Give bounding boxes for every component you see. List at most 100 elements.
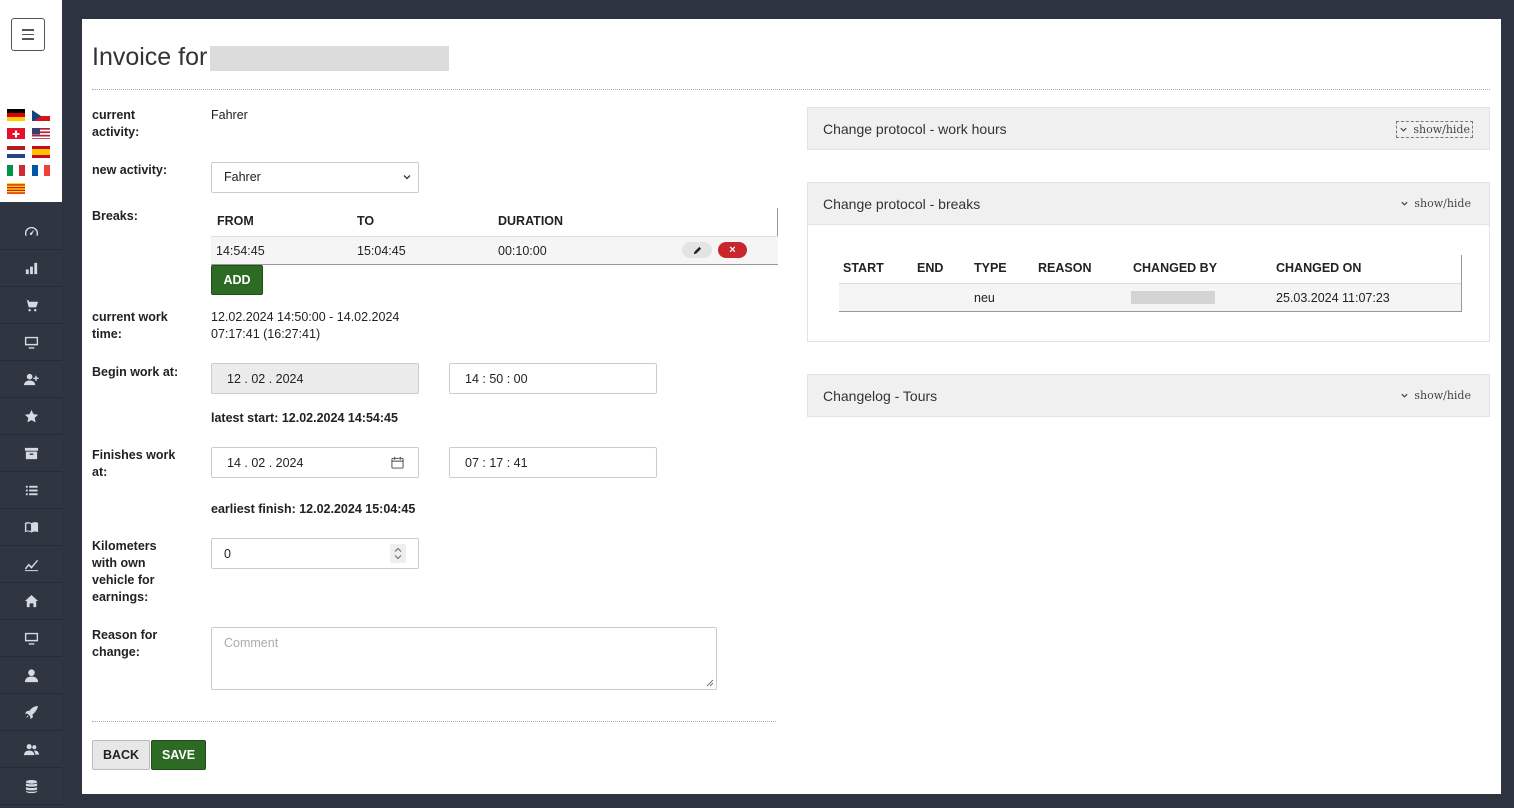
nav-favorites[interactable] [0,398,62,435]
chevron-down-icon [1400,127,1407,132]
close-icon: × [729,244,736,256]
tours-toggle-label: show/hide [1414,389,1471,402]
finish-time-value: 07 : 17 : 41 [465,456,528,470]
nav-book[interactable] [0,509,62,546]
work-hours-toggle-label: show/hide [1413,123,1470,136]
user-icon [24,668,38,682]
flag-italy-icon[interactable] [7,164,25,176]
finish-date-value: 14 . 02 . 2024 [227,456,304,470]
nav-reports[interactable] [0,250,62,287]
flag-germany-icon[interactable] [7,109,25,121]
table-row: 14:54:45 15:04:45 00:10:00 × [211,236,778,264]
new-activity-selected: Fahrer [224,170,261,184]
number-stepper-icon[interactable] [390,544,406,563]
archive-icon [24,447,38,459]
nav-desktop[interactable] [0,620,62,657]
dashboard-icon [24,226,38,236]
breaks-toggle[interactable]: show/hide [1398,196,1473,211]
nav-add-user[interactable] [0,361,62,398]
panel-work-hours-title: Change protocol - work hours [823,121,1007,137]
nav-profile[interactable] [0,657,62,694]
begin-work-label: Begin work at: [92,365,179,379]
table-row: neu 25.03.2024 11:07:23 [839,283,1461,311]
flag-spain-icon[interactable] [32,146,50,158]
list-icon [25,485,38,495]
tours-toggle[interactable]: show/hide [1398,388,1473,403]
book-icon [24,521,38,533]
reason-textarea[interactable]: Comment [211,627,717,690]
panel-work-hours: Change protocol - work hours show/hide [807,107,1490,150]
finish-date-input[interactable]: 14 . 02 . 2024 [211,447,419,478]
delete-break-button[interactable]: × [718,242,747,258]
begin-time-input[interactable]: 14 : 50 : 00 [449,363,657,394]
form-divider [92,721,776,722]
begin-date-value: 12 . 02 . 2024 [227,372,304,386]
monitor-icon [24,336,38,349]
user-plus-icon [23,373,39,385]
break-to: 15:04:45 [357,244,406,258]
finish-time-input[interactable]: 07 : 17 : 41 [449,447,657,478]
nav-list[interactable] [0,472,62,509]
log-header-start: START [843,261,884,275]
add-break-button[interactable]: ADD [211,265,263,295]
line-chart-icon [24,559,38,571]
work-hours-toggle[interactable]: show/hide [1396,121,1473,138]
rocket-icon [24,705,38,719]
nav-archive[interactable] [0,435,62,472]
language-flags [0,90,62,202]
log-header-reason: REASON [1038,261,1092,275]
bar-chart-icon [25,262,37,274]
flag-usa-icon[interactable] [32,127,50,139]
nav-database[interactable] [0,768,62,805]
finish-work-label: Finishes work at: [92,448,176,479]
chevron-down-icon [403,175,411,180]
panel-tours-title: Changelog - Tours [823,388,938,404]
log-header-changed-by: CHANGED BY [1133,261,1218,275]
menu-toggle-button[interactable] [11,18,45,51]
new-activity-select[interactable]: Fahrer [211,162,419,193]
nav-shop[interactable] [0,287,62,324]
back-button[interactable]: BACK [92,740,150,770]
flag-czech-icon[interactable] [32,109,50,121]
chevron-down-icon [1401,393,1408,398]
nav-home[interactable] [0,583,62,620]
current-work-time-label: current work time: [92,310,168,341]
current-work-time-line2: 07:17:41 (16:27:41) [211,327,321,341]
reason-label: Reason for change: [92,628,158,659]
breaks-header-duration: DURATION [498,214,564,228]
panel-work-hours-header[interactable]: Change protocol - work hours show/hide [808,108,1489,150]
database-icon [25,779,37,793]
flag-france-icon[interactable] [32,164,50,176]
current-activity-value: Fahrer [211,108,248,122]
breaks-header-from: FROM [217,214,254,228]
nav-launch[interactable] [0,694,62,731]
edit-break-button[interactable] [682,242,712,258]
nav-dashboard[interactable] [0,213,62,250]
cart-icon [24,299,38,311]
reason-placeholder: Comment [224,636,279,650]
panel-breaks-title: Change protocol - breaks [823,196,981,212]
breaks-log-table: START END TYPE REASON CHANGED BY CHANGED… [839,255,1462,312]
panel-breaks-header[interactable]: Change protocol - breaks show/hide [808,183,1489,225]
nav-monitor[interactable] [0,324,62,361]
nav-statistics[interactable] [0,546,62,583]
redacted-name [210,46,449,71]
flag-catalonia-icon[interactable] [7,182,25,194]
breaks-label: Breaks: [92,209,138,223]
panel-tours: Changelog - Tours show/hide [807,374,1490,417]
begin-time-value: 14 : 50 : 00 [465,372,528,386]
home-icon [24,594,38,607]
panel-tours-header[interactable]: Changelog - Tours show/hide [808,375,1489,417]
calendar-icon[interactable] [391,456,404,469]
users-icon [23,743,39,755]
begin-date-input[interactable]: 12 . 02 . 2024 [211,363,419,394]
flag-netherlands-icon[interactable] [7,146,25,158]
resize-handle-icon[interactable] [704,677,714,687]
kilometers-input[interactable]: 0 [211,538,419,569]
desktop-icon [24,632,38,645]
flag-switzerland-icon[interactable] [7,127,25,139]
current-activity-label: current activity: [92,108,140,139]
nav-team[interactable] [0,731,62,768]
save-button[interactable]: SAVE [151,740,206,770]
pencil-icon [693,246,701,254]
